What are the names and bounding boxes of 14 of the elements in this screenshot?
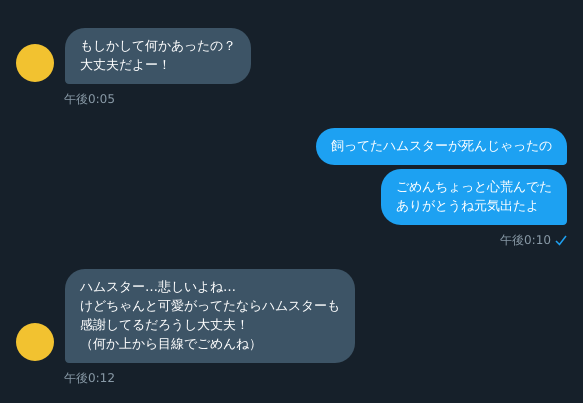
- timestamp: 午後0:10: [500, 232, 551, 249]
- message-text: もしかして何かあったの？: [80, 38, 236, 56]
- timestamp: 午後0:12: [64, 370, 115, 387]
- avatar[interactable]: [16, 323, 54, 361]
- message-text: けどちゃんと可愛がってたならハムスターも: [80, 298, 340, 316]
- timestamp: 午後0:05: [64, 91, 115, 108]
- message-text: 大丈夫だよー！: [80, 57, 172, 75]
- avatar[interactable]: [16, 44, 54, 82]
- message-text: ハムスター…悲しいよね…: [80, 279, 237, 297]
- message-text: ごめんちょっと心荒んでた: [396, 179, 552, 197]
- message-text: ありがとうね元気出たよ: [396, 198, 540, 216]
- message-text: 飼ってたハムスターが死んじゃったの: [331, 138, 552, 156]
- message-text: （何か上から目線でごめんね）: [80, 336, 263, 354]
- message-text: 感謝してるだろうし大丈夫！: [80, 317, 250, 335]
